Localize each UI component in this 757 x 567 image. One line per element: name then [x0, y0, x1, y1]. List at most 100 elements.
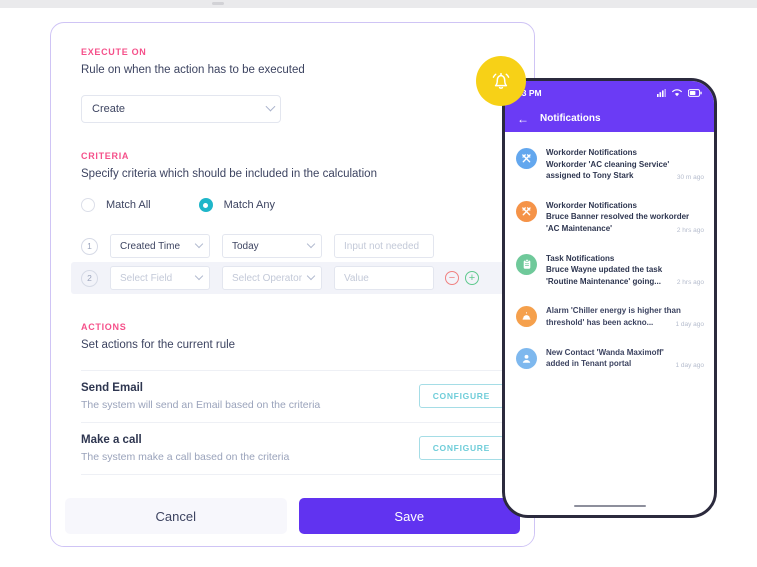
rule-settings-card: EXECUTE ON Rule on when the action has t… — [50, 22, 535, 547]
notification-line1: New Contact 'Wanda Maximoff' — [546, 347, 664, 357]
radio-match-any[interactable]: Match Any — [198, 198, 275, 213]
notification-time: 1 day ago — [675, 361, 704, 369]
notification-time: 2 hrs ago — [676, 226, 704, 234]
criteria-value-input[interactable]: Value — [334, 266, 434, 291]
clipboard-icon — [516, 253, 537, 275]
phone-mockup: 13 PM ← Notifications Workorder Notifica… — [502, 78, 717, 518]
phone-navbar: ← Notifications — [505, 105, 714, 132]
action-title: Make a call — [81, 433, 142, 446]
notification-line2: 'AC Maintenance' — [546, 223, 613, 233]
notification-line2: 'Routine Maintenance' going... — [546, 276, 661, 286]
criteria-value-text: Input not needed — [344, 240, 420, 252]
notification-line2: added in Tenant portal — [546, 359, 632, 369]
cancel-button[interactable]: Cancel — [65, 498, 287, 534]
criteria-description: Specify criteria which should be include… — [81, 167, 377, 180]
notification-line2: threshold' has been ackno... — [546, 317, 654, 327]
notification-category: Workorder Notifications — [546, 200, 637, 210]
radio-circle-icon — [81, 198, 95, 213]
criteria-operator-select[interactable]: Select Operator — [222, 266, 322, 291]
notification-last-line: added in Tenant portal 1 day ago — [546, 358, 704, 370]
notification-last-line: threshold' has been ackno... 1 day ago — [546, 317, 704, 329]
notification-category: Workorder Notifications — [546, 148, 637, 157]
criteria-field-select[interactable]: Created Time — [110, 234, 210, 259]
remove-criteria-icon[interactable]: − — [445, 271, 459, 286]
criteria-operator-value: Today — [232, 240, 259, 252]
card-footer: Cancel Save — [51, 486, 534, 546]
action-title: Send Email — [81, 381, 143, 394]
chevron-down-icon — [194, 271, 204, 281]
chevron-down-icon — [265, 101, 276, 111]
ringing-bell-icon — [492, 72, 510, 89]
criteria-label: CRITERIA — [81, 150, 130, 161]
notification-list: Workorder Notifications Workorder 'AC cl… — [505, 132, 714, 379]
list-item[interactable]: Task Notifications Bruce Wayne updated t… — [505, 244, 714, 297]
match-mode-radio-group: Match All Match Any — [81, 198, 504, 213]
person-icon — [516, 347, 537, 369]
notification-body: Alarm 'Chiller energy is higher than thr… — [546, 305, 704, 328]
list-item[interactable]: Workorder Notifications Workorder 'AC cl… — [505, 138, 714, 191]
chevron-down-icon — [306, 239, 316, 249]
chevron-down-icon — [194, 239, 204, 249]
actions-label: ACTIONS — [81, 322, 127, 333]
list-item[interactable]: New Contact 'Wanda Maximoff' added in Te… — [505, 338, 714, 379]
notification-body: Workorder Notifications Workorder 'AC cl… — [546, 147, 704, 182]
notification-last-line: 'Routine Maintenance' going... 2 hrs ago — [546, 276, 704, 288]
notification-line1: Bruce Wayne updated the task — [546, 265, 663, 275]
criteria-field-value: Created Time — [120, 240, 181, 252]
radio-circle-selected-icon — [198, 198, 213, 213]
notification-line1: Workorder 'AC cleaning Service' — [546, 159, 670, 169]
notification-line2: assigned to Tony Stark — [546, 171, 634, 181]
notification-line1: Alarm 'Chiller energy is higher than — [546, 306, 681, 316]
radio-match-all-label: Match All — [106, 199, 151, 212]
criteria-row-number: 2 — [81, 269, 98, 287]
back-arrow-icon[interactable]: ← — [517, 113, 529, 125]
execute-on-select-value: Create — [92, 102, 126, 115]
chevron-down-icon — [306, 271, 316, 281]
notification-time: 2 hrs ago — [676, 279, 704, 287]
notification-body: New Contact 'Wanda Maximoff' added in Te… — [546, 347, 704, 370]
alarm-bell-icon — [516, 306, 537, 328]
action-text: Send Email The system will send an Email… — [81, 382, 320, 411]
list-item[interactable]: Workorder Notifications Bruce Banner res… — [505, 191, 714, 244]
rule-card-body: EXECUTE ON Rule on when the action has t… — [51, 23, 534, 486]
notification-line1: Bruce Banner resolved the workorder — [546, 212, 690, 222]
wrench-icon — [516, 148, 537, 169]
save-button[interactable]: Save — [298, 498, 520, 534]
add-criteria-icon[interactable]: + — [465, 271, 479, 286]
notification-time: 1 day ago — [675, 320, 704, 328]
execute-on-select[interactable]: Create — [81, 94, 281, 123]
criteria-operator-select[interactable]: Today — [222, 234, 322, 259]
notification-category: Task Notifications — [546, 253, 615, 263]
browser-tab-stub — [212, 2, 224, 5]
configure-button[interactable]: CONFIGURE — [418, 384, 504, 409]
home-indicator — [573, 504, 646, 507]
screenshot-root: EXECUTE ON Rule on when the action has t… — [0, 0, 757, 567]
action-text: Make a call The system make a call based… — [81, 434, 289, 463]
criteria-row: 1 Created Time Today Input not needed — [71, 230, 514, 262]
list-item[interactable]: Alarm 'Chiller energy is higher than thr… — [505, 296, 714, 337]
configure-button[interactable]: CONFIGURE — [418, 436, 504, 461]
action-description: The system make a call based on the crit… — [81, 450, 290, 463]
action-row-send-email: Send Email The system will send an Email… — [81, 369, 504, 422]
notification-bell-badge[interactable] — [476, 56, 526, 106]
phone-navbar-title: Notifications — [540, 113, 601, 124]
criteria-field-value: Select Field — [120, 272, 173, 284]
wrench-icon — [516, 200, 537, 222]
notification-body: Workorder Notifications Bruce Banner res… — [546, 200, 704, 235]
status-icon-group — [657, 89, 702, 97]
execute-on-label: EXECUTE ON — [81, 47, 147, 57]
actions-description: Set actions for the current rule — [81, 339, 236, 352]
radio-match-all[interactable]: Match All — [81, 198, 151, 213]
criteria-row-number: 1 — [81, 237, 98, 255]
radio-match-any-label: Match Any — [223, 199, 275, 212]
notification-time: 30 m ago — [676, 173, 704, 181]
notification-body: Task Notifications Bruce Wayne updated t… — [546, 253, 704, 288]
criteria-field-select[interactable]: Select Field — [110, 266, 210, 291]
criteria-value-input[interactable]: Input not needed — [334, 234, 434, 259]
execute-on-description: Rule on when the action has to be execut… — [81, 64, 305, 76]
phone-status-bar: 13 PM — [505, 81, 714, 105]
action-description: The system will send an Email based on t… — [81, 398, 321, 411]
criteria-value-text: Value — [344, 272, 369, 284]
